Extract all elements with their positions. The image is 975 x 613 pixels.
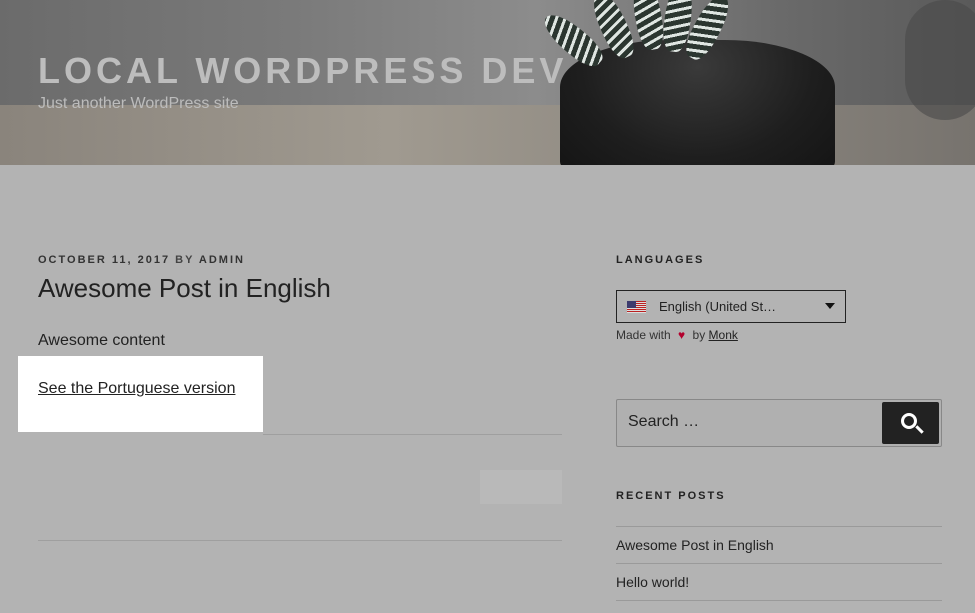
language-select[interactable]: English (United St…	[616, 290, 846, 323]
recent-post-link[interactable]: Awesome Post in English	[616, 537, 774, 553]
site-header: LOCAL WORDPRESS DEV Just another WordPre…	[0, 0, 975, 165]
site-tagline: Just another WordPress site	[38, 95, 239, 112]
by-label: by	[692, 328, 706, 342]
search-button[interactable]	[882, 402, 939, 444]
languages-widget-title: LANGUAGES	[616, 254, 705, 266]
caret-down-icon	[825, 303, 835, 309]
post-date[interactable]: OCTOBER 11, 2017	[38, 254, 170, 266]
monk-link[interactable]: Monk	[709, 328, 738, 342]
post-by-label: BY	[175, 254, 195, 266]
site-title[interactable]: LOCAL WORDPRESS DEV	[38, 50, 567, 92]
divider	[38, 540, 562, 541]
us-flag-icon	[627, 300, 646, 313]
post-title[interactable]: Awesome Post in English	[38, 273, 331, 304]
recent-posts-widget-title: RECENT POSTS	[616, 490, 726, 502]
heart-icon: ♥	[678, 328, 686, 342]
post-content: Awesome content	[38, 332, 165, 349]
post-author[interactable]: ADMIN	[199, 254, 245, 266]
language-select-value: English (United St…	[659, 299, 777, 314]
divider	[616, 526, 942, 527]
divider	[616, 563, 942, 564]
divider	[263, 434, 562, 435]
recent-post-link[interactable]: Hello world!	[616, 574, 689, 590]
made-with-credit: Made with ♥ by Monk	[616, 328, 738, 342]
search-input[interactable]: Search …	[628, 413, 699, 431]
portuguese-version-link[interactable]: See the Portuguese version	[38, 380, 235, 398]
post-meta: OCTOBER 11, 2017 BY ADMIN	[38, 254, 245, 266]
made-with-label: Made with	[616, 328, 671, 342]
ghost-element	[480, 470, 562, 504]
search-icon	[900, 413, 917, 429]
divider	[616, 600, 942, 601]
search-form: Search …	[616, 399, 942, 447]
header-blur-shape	[905, 0, 975, 120]
